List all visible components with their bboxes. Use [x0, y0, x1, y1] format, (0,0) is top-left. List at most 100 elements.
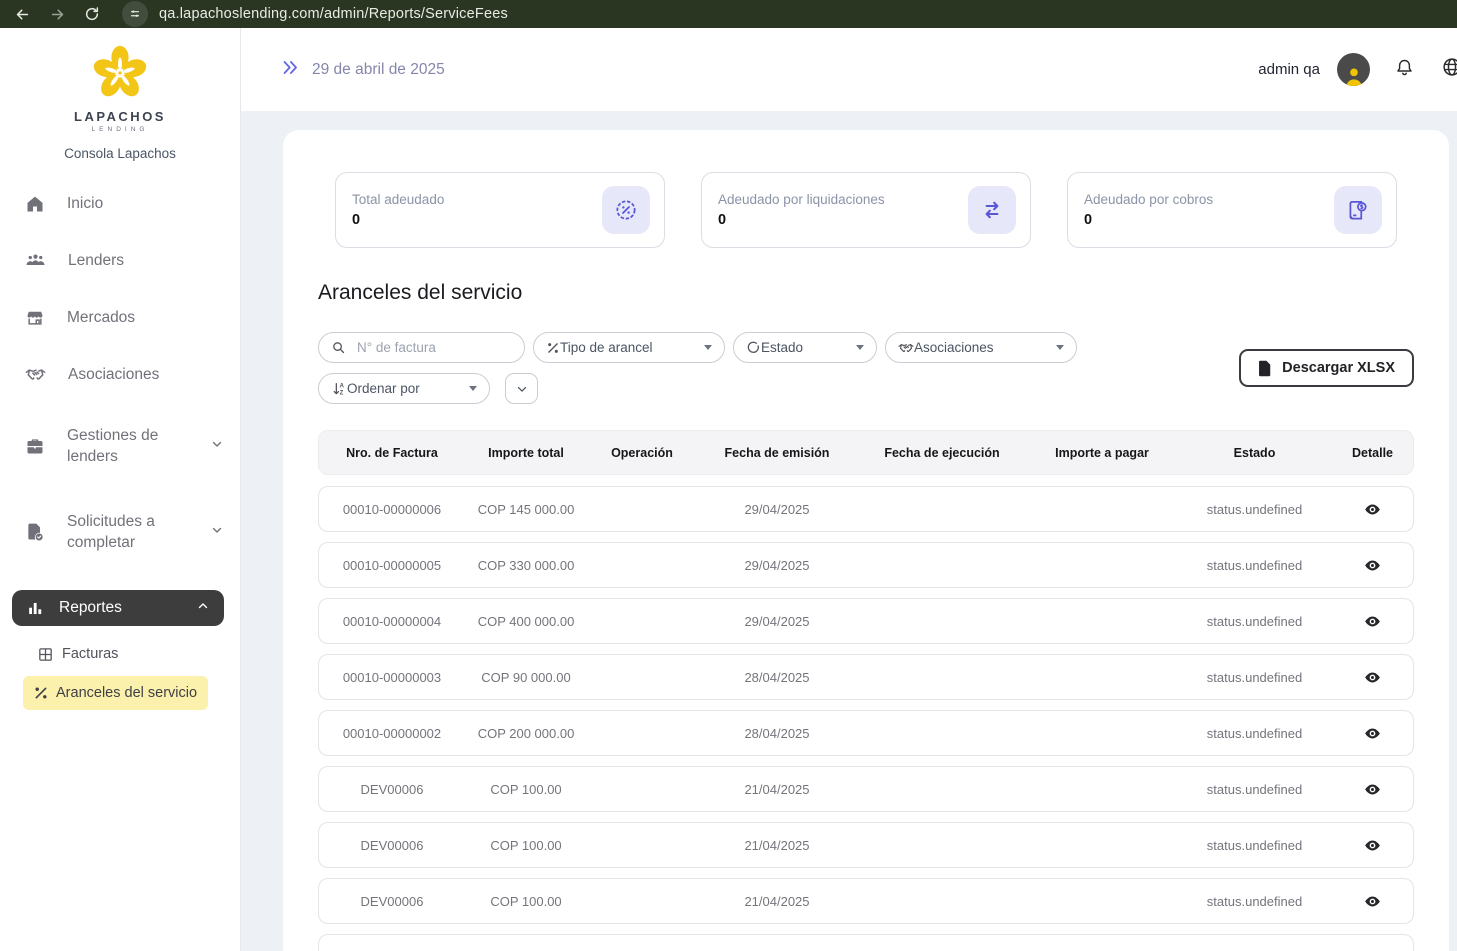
- status-text: status.undefined: [1177, 614, 1332, 629]
- status-text: status.undefined: [1177, 894, 1332, 909]
- eye-icon: [1364, 837, 1381, 854]
- card-adeudado-liquidaciones: Adeudado por liquidaciones 0: [701, 172, 1031, 248]
- download-xlsx-button[interactable]: Descargar XLSX: [1239, 349, 1414, 387]
- browser-back-icon[interactable]: [14, 6, 31, 23]
- table-row[interactable]: 00010-00000003 COP 90 000.00 28/04/2025 …: [318, 654, 1414, 700]
- notifications-bell-icon[interactable]: [1394, 57, 1415, 83]
- avatar[interactable]: [1337, 53, 1370, 86]
- view-detail-button[interactable]: [1332, 781, 1413, 798]
- invoice-number: DEV00006: [319, 838, 465, 853]
- view-detail-button[interactable]: [1332, 837, 1413, 854]
- view-detail-button[interactable]: [1332, 557, 1413, 574]
- total-amount: COP 330 000.00: [465, 558, 587, 573]
- sidebar-nav: Inicio Lenders Mercados Asociaciones Ges…: [0, 175, 240, 710]
- chevron-up-icon: [196, 599, 210, 618]
- invoice-number: 00010-00000005: [319, 558, 465, 573]
- address-bar[interactable]: qa.lapachoslending.com/admin/Reports/Ser…: [159, 6, 508, 22]
- sidebar-item-inicio[interactable]: Inicio: [0, 175, 240, 232]
- handshake-icon: [25, 364, 46, 385]
- dropdown-caret-icon: [704, 345, 712, 350]
- total-amount: COP 100.00: [465, 782, 587, 797]
- discount-badge-icon: [602, 186, 650, 234]
- view-detail-button[interactable]: [1332, 613, 1413, 630]
- handshake-icon: [898, 340, 914, 356]
- invoice-number: 00010-00000002: [319, 726, 465, 741]
- invoice-number: 00010-00000006: [319, 502, 465, 517]
- card-adeudado-cobros: Adeudado por cobros 0: [1067, 172, 1397, 248]
- invoice-number: DEV00006: [319, 894, 465, 909]
- filter-tipo-de-arancel[interactable]: Tipo de arancel: [533, 332, 725, 363]
- table-row-partial: [318, 934, 1414, 951]
- sidebar-item-mercados[interactable]: Mercados: [0, 289, 240, 346]
- top-header: 29 de abril de 2025 admin qa: [241, 28, 1457, 111]
- filter-asociaciones[interactable]: Asociaciones: [885, 332, 1077, 363]
- search-icon: [331, 340, 346, 355]
- current-date: 29 de abril de 2025: [312, 61, 445, 79]
- service-fees-table: Nro. de Factura Importe total Operación …: [318, 430, 1414, 951]
- sidebar-item-lenders[interactable]: Lenders: [0, 232, 240, 289]
- table-row[interactable]: 00010-00000006 COP 145 000.00 29/04/2025…: [318, 486, 1414, 532]
- chevron-down-icon: [210, 523, 224, 542]
- sidebar-item-reportes[interactable]: Reportes: [12, 590, 224, 626]
- filter-estado[interactable]: Estado: [733, 332, 877, 363]
- briefcase-icon: [25, 436, 45, 456]
- issue-date: 29/04/2025: [697, 502, 857, 517]
- percent-icon: [33, 685, 49, 701]
- language-globe-icon[interactable]: [1441, 56, 1457, 83]
- flower-logo-icon: [91, 44, 149, 102]
- brand-name: LAPACHOS: [0, 109, 240, 124]
- total-amount: COP 145 000.00: [465, 502, 587, 517]
- users-group-icon: [25, 250, 46, 271]
- table-row[interactable]: 00010-00000004 COP 400 000.00 29/04/2025…: [318, 598, 1414, 644]
- table-row[interactable]: DEV00006 COP 100.00 21/04/2025 status.un…: [318, 878, 1414, 924]
- column-header: Importe a pagar: [1027, 446, 1177, 460]
- status-text: status.undefined: [1177, 670, 1332, 685]
- total-amount: COP 200 000.00: [465, 726, 587, 741]
- grid-table-icon: [37, 646, 54, 663]
- user-name: admin qa: [1258, 61, 1320, 78]
- dropdown-caret-icon: [1056, 345, 1064, 350]
- column-header: Fecha de emisión: [697, 446, 857, 460]
- eye-icon: [1364, 501, 1381, 518]
- issue-date: 21/04/2025: [697, 782, 857, 797]
- sidebar-item-facturas[interactable]: Facturas: [37, 640, 240, 668]
- console-label: Consola Lapachos: [0, 146, 240, 161]
- expand-filters-button[interactable]: [505, 373, 538, 404]
- column-header: Operación: [587, 446, 697, 460]
- sidebar-item-asociaciones[interactable]: Asociaciones: [0, 346, 240, 403]
- search-input[interactable]: [355, 339, 495, 356]
- summary-cards: Total adeudado 0 Adeudado por liquidacio…: [335, 172, 1414, 248]
- sidebar-item-gestiones-de-lenders[interactable]: Gestiones de lenders: [0, 403, 240, 489]
- view-detail-button[interactable]: [1332, 893, 1413, 910]
- filter-ordenar-por[interactable]: AZ Ordenar por: [318, 373, 490, 404]
- view-detail-button[interactable]: [1332, 669, 1413, 686]
- browser-reload-icon[interactable]: [84, 6, 100, 22]
- sidebar-item-aranceles-del-servicio[interactable]: Aranceles del servicio: [23, 676, 208, 710]
- table-row[interactable]: 00010-00000005 COP 330 000.00 29/04/2025…: [318, 542, 1414, 588]
- sidebar-expand-icon[interactable]: [281, 58, 300, 82]
- column-header: Importe total: [465, 446, 587, 460]
- eye-icon: [1364, 613, 1381, 630]
- invoice-search-field[interactable]: [318, 332, 525, 363]
- view-detail-button[interactable]: [1332, 501, 1413, 518]
- table-row[interactable]: DEV00006 COP 100.00 21/04/2025 status.un…: [318, 766, 1414, 812]
- column-header: Detalle: [1332, 446, 1413, 460]
- issue-date: 21/04/2025: [697, 894, 857, 909]
- person-icon: [1343, 66, 1365, 86]
- eye-icon: [1364, 725, 1381, 742]
- total-amount: COP 100.00: [465, 838, 587, 853]
- page-title: Aranceles del servicio: [318, 281, 1414, 305]
- filters-bar: Tipo de arancel Estado Asociaciones: [318, 332, 1414, 404]
- browser-toolbar: qa.lapachoslending.com/admin/Reports/Ser…: [0, 0, 1457, 28]
- card-value: 0: [352, 212, 602, 228]
- issue-date: 28/04/2025: [697, 726, 857, 741]
- site-settings-icon[interactable]: [122, 1, 148, 27]
- view-detail-button[interactable]: [1332, 725, 1413, 742]
- table-row[interactable]: DEV00006 COP 100.00 21/04/2025 status.un…: [318, 822, 1414, 868]
- table-row[interactable]: 00010-00000002 COP 200 000.00 28/04/2025…: [318, 710, 1414, 756]
- sidebar-item-solicitudes-a-completar[interactable]: Solicitudes a completar: [0, 489, 240, 575]
- home-icon: [25, 194, 45, 214]
- content-panel: Total adeudado 0 Adeudado por liquidacio…: [283, 130, 1449, 951]
- browser-forward-icon[interactable]: [49, 6, 66, 23]
- invoice-dollar-icon: [1334, 186, 1382, 234]
